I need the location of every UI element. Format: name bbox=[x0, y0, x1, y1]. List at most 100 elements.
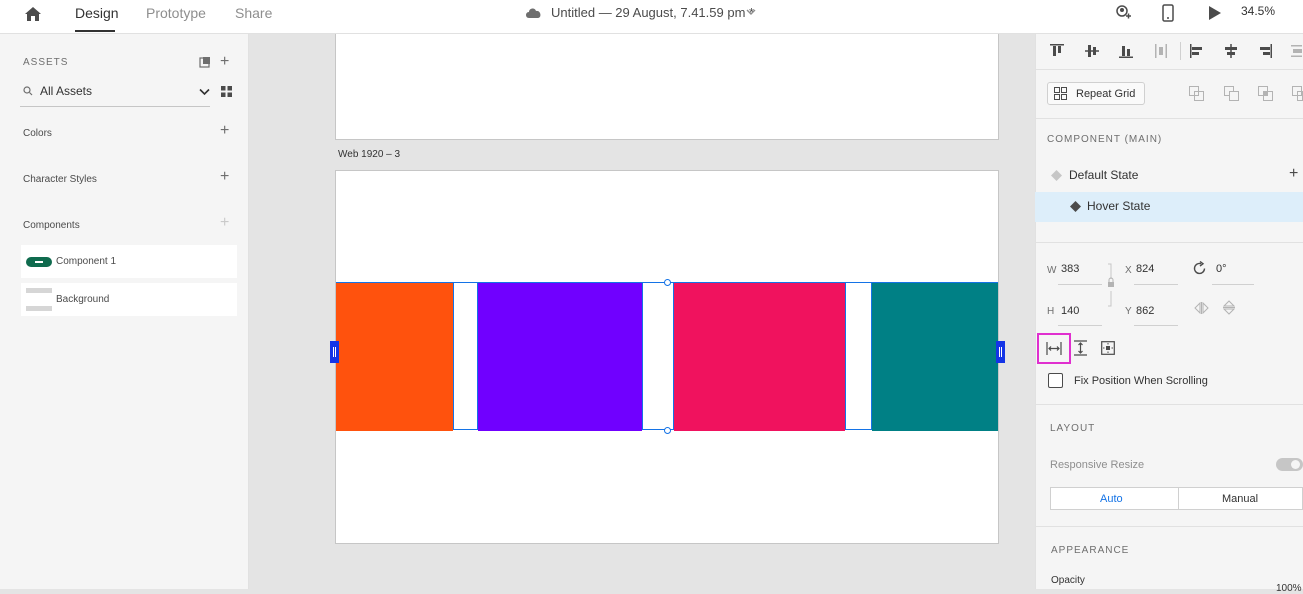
chevron-down-icon[interactable] bbox=[199, 88, 210, 96]
auto-option[interactable]: Auto bbox=[1100, 493, 1123, 505]
padding-icon[interactable] bbox=[1101, 341, 1115, 355]
add-state-icon[interactable]: + bbox=[1289, 165, 1298, 183]
align-middle-icon[interactable] bbox=[1084, 43, 1100, 59]
width-label: W bbox=[1047, 265, 1057, 276]
resize-handle-top[interactable] bbox=[664, 279, 671, 286]
repeat-grid-handle-right[interactable] bbox=[996, 341, 1005, 363]
repeat-grid-icon bbox=[1054, 87, 1067, 100]
teal-rectangle[interactable] bbox=[872, 283, 998, 431]
components-section-label: Components bbox=[23, 220, 80, 231]
appearance-heading: APPEARANCE bbox=[1051, 545, 1130, 556]
filter-underline bbox=[20, 106, 210, 107]
add-component-icon: + bbox=[220, 214, 230, 231]
y-field[interactable]: 862 bbox=[1136, 305, 1154, 317]
zoom-level[interactable]: 34.5% bbox=[1241, 4, 1275, 18]
gap-outline bbox=[845, 283, 872, 429]
chevron-down-icon[interactable] bbox=[746, 8, 756, 16]
orange-rectangle[interactable] bbox=[336, 283, 453, 431]
segment-divider bbox=[1178, 488, 1179, 509]
boolean-add-icon bbox=[1189, 86, 1204, 101]
resize-handle-bottom[interactable] bbox=[664, 427, 671, 434]
repeat-grid-label: Repeat Grid bbox=[1076, 88, 1136, 100]
default-state-label: Default State bbox=[1069, 168, 1139, 182]
device-preview-icon[interactable] bbox=[1162, 4, 1174, 22]
repeat-grid-button[interactable]: Repeat Grid bbox=[1047, 82, 1145, 105]
document-title[interactable]: Untitled — 29 August, 7.41.59 pm * bbox=[551, 5, 754, 20]
horizontal-spacing-icon bbox=[1046, 342, 1062, 355]
component-item[interactable]: Component 1 bbox=[21, 245, 237, 278]
field-underline bbox=[1212, 284, 1254, 285]
distribute-vertical-icon bbox=[1153, 43, 1169, 59]
boolean-exclude-icon bbox=[1292, 86, 1303, 101]
play-icon[interactable] bbox=[1208, 5, 1222, 21]
align-right-icon[interactable] bbox=[1257, 43, 1273, 59]
section-divider bbox=[1035, 242, 1303, 243]
background-thumbnail-icon bbox=[26, 288, 52, 312]
flip-vertical-icon[interactable] bbox=[1223, 300, 1235, 315]
hover-state-label: Hover State bbox=[1087, 199, 1151, 213]
repeat-grid-handle-left[interactable] bbox=[330, 341, 339, 363]
height-label: H bbox=[1047, 306, 1055, 317]
asset-filter-select[interactable]: All Assets bbox=[40, 84, 92, 98]
align-top-icon[interactable] bbox=[1049, 43, 1065, 59]
home-icon[interactable] bbox=[24, 5, 42, 23]
opacity-label: Opacity bbox=[1051, 575, 1085, 586]
component-item[interactable]: Background bbox=[21, 283, 237, 316]
y-label: Y bbox=[1125, 306, 1132, 317]
component-name: Component 1 bbox=[56, 256, 117, 267]
section-divider bbox=[1035, 526, 1303, 527]
add-asset-icon[interactable]: + bbox=[220, 54, 229, 70]
field-underline bbox=[1134, 284, 1178, 285]
section-divider bbox=[1035, 404, 1303, 405]
top-toolbar: Design Prototype Share Untitled — 29 Aug… bbox=[0, 0, 1303, 34]
purple-rectangle[interactable] bbox=[478, 283, 642, 431]
align-center-icon[interactable] bbox=[1223, 43, 1239, 59]
component-heading: COMPONENT (MAIN) bbox=[1047, 134, 1163, 145]
toggle-knob bbox=[1291, 460, 1300, 469]
pink-rectangle[interactable] bbox=[674, 283, 845, 431]
x-label: X bbox=[1125, 265, 1132, 276]
resize-mode-segmented-control: Auto Manual bbox=[1050, 487, 1303, 510]
library-icon[interactable] bbox=[199, 56, 211, 68]
toolbar-divider bbox=[1180, 42, 1181, 60]
vertical-spacing-icon[interactable] bbox=[1074, 340, 1087, 356]
artboard-top[interactable] bbox=[335, 34, 999, 140]
component-name: Background bbox=[56, 294, 110, 305]
rotation-field[interactable]: 0° bbox=[1216, 263, 1227, 275]
section-divider bbox=[1035, 69, 1303, 70]
highlighted-horizontal-padding-button[interactable] bbox=[1037, 333, 1071, 364]
hover-state-row[interactable]: Hover State bbox=[1035, 192, 1303, 222]
distribute-horizontal-icon bbox=[1290, 43, 1302, 59]
component-thumbnail-icon bbox=[26, 257, 52, 267]
align-bottom-icon[interactable] bbox=[1118, 43, 1134, 59]
add-color-icon[interactable]: + bbox=[220, 123, 229, 139]
section-divider bbox=[1035, 118, 1303, 119]
selected-repeat-grid[interactable] bbox=[336, 282, 998, 431]
manual-option[interactable]: Manual bbox=[1222, 493, 1258, 505]
grid-view-icon[interactable] bbox=[221, 86, 232, 97]
responsive-resize-toggle[interactable] bbox=[1276, 458, 1303, 471]
fix-position-checkbox[interactable] bbox=[1048, 373, 1063, 388]
x-field[interactable]: 824 bbox=[1136, 263, 1154, 275]
state-diamond-icon bbox=[1070, 201, 1081, 212]
flip-horizontal-icon[interactable] bbox=[1194, 302, 1209, 314]
height-field[interactable]: 140 bbox=[1061, 305, 1079, 317]
align-left-icon[interactable] bbox=[1189, 43, 1205, 59]
assets-heading: ASSETS bbox=[23, 57, 69, 68]
boolean-intersect-icon bbox=[1258, 86, 1273, 101]
search-icon bbox=[23, 86, 33, 96]
width-field[interactable]: 383 bbox=[1061, 263, 1079, 275]
tab-design[interactable]: Design bbox=[75, 5, 119, 21]
artboard-label[interactable]: Web 1920 – 3 bbox=[338, 149, 400, 160]
field-underline bbox=[1058, 284, 1102, 285]
gap-outline bbox=[642, 283, 674, 429]
tab-share[interactable]: Share bbox=[235, 5, 272, 21]
add-character-style-icon[interactable]: + bbox=[220, 169, 229, 185]
active-tab-indicator bbox=[75, 30, 115, 32]
tab-prototype[interactable]: Prototype bbox=[146, 5, 206, 21]
default-state-row[interactable]: Default State + bbox=[1035, 160, 1303, 190]
user-add-icon[interactable] bbox=[1114, 4, 1132, 22]
boolean-subtract-icon bbox=[1224, 86, 1239, 101]
lock-aspect-icon[interactable] bbox=[1107, 263, 1115, 307]
field-underline bbox=[1134, 325, 1178, 326]
